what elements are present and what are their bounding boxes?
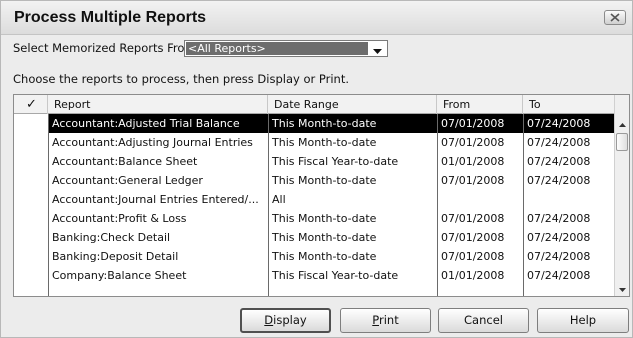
- vertical-scrollbar[interactable]: [614, 95, 629, 296]
- cell-to: [524, 190, 614, 209]
- display-button-label-rest: isplay: [273, 313, 307, 327]
- cell-date-range: This Month-to-date: [272, 231, 377, 244]
- cell-date-range: This Month-to-date: [272, 174, 377, 187]
- scrollbar-thumb[interactable]: [616, 133, 628, 151]
- column-divider: [48, 114, 49, 296]
- column-divider: [437, 114, 438, 296]
- cell-from: 07/01/2008: [438, 114, 523, 133]
- column-divider: [523, 114, 524, 296]
- row-check-cell[interactable]: [14, 152, 48, 171]
- cell-date-range: This Month-to-date: [269, 114, 437, 133]
- cell-report: Accountant:Balance Sheet: [52, 155, 198, 168]
- print-button[interactable]: Print: [340, 308, 431, 333]
- cell-date-range: This Fiscal Year-to-date: [272, 155, 399, 168]
- reports-table: ✓ Report Date Range From To Accountant:A…: [13, 94, 630, 297]
- table-row[interactable]: Banking:Check Detail This Month-to-date 07…: [14, 228, 614, 247]
- cell-date-range: This Month-to-date: [272, 250, 377, 263]
- column-header-report[interactable]: Report: [48, 95, 268, 114]
- cell-report: Accountant:Profit & Loss: [52, 212, 187, 225]
- column-header-to[interactable]: To: [523, 95, 614, 114]
- cell-report: Accountant:Adjusting Journal Entries: [52, 136, 253, 149]
- help-button[interactable]: Help: [537, 308, 629, 333]
- instructions-text: Choose the reports to process, then pres…: [13, 72, 349, 86]
- cell-to: 07/24/2008: [527, 231, 591, 244]
- table-row[interactable]: Accountant:Adjusted Trial Balance This Mo…: [14, 114, 614, 133]
- memorized-reports-dropdown[interactable]: <All Reports>: [184, 40, 388, 57]
- column-header-from[interactable]: From: [437, 95, 523, 114]
- cell-to: 07/24/2008: [527, 155, 591, 168]
- window-title: Process Multiple Reports: [14, 9, 207, 26]
- table-row[interactable]: Accountant:Balance Sheet This Fiscal Year…: [14, 152, 614, 171]
- column-header-date-range[interactable]: Date Range: [268, 95, 437, 114]
- print-button-label-rest: rint: [379, 313, 399, 327]
- cell-from: 01/01/2008: [441, 269, 505, 282]
- scroll-down-button[interactable]: [615, 277, 629, 296]
- table-row[interactable]: Accountant:Profit & Loss This Month-to-da…: [14, 209, 614, 228]
- row-check-cell[interactable]: [14, 171, 48, 190]
- cell-to: 07/24/2008: [527, 250, 591, 263]
- cell-from: 07/01/2008: [441, 174, 505, 187]
- arrow-up-icon: [619, 112, 626, 131]
- table-row[interactable]: Accountant:Adjusting Journal Entries This…: [14, 133, 614, 152]
- table-header: ✓ Report Date Range From To: [14, 95, 614, 114]
- row-check-cell[interactable]: [14, 228, 48, 247]
- cell-to: 07/24/2008: [527, 174, 591, 187]
- column-divider: [268, 114, 269, 296]
- table-row[interactable]: Banking:Deposit Detail This Month-to-date…: [14, 247, 614, 266]
- table-row[interactable]: Accountant:General Ledger This Month-to-d…: [14, 171, 614, 190]
- cell-report: Accountant:Adjusted Trial Balance: [49, 114, 268, 133]
- row-check-cell[interactable]: [14, 209, 48, 228]
- cell-from: 07/01/2008: [441, 212, 505, 225]
- close-button[interactable]: [604, 10, 626, 25]
- row-check-cell[interactable]: [14, 190, 48, 209]
- cell-to: 07/24/2008: [527, 212, 591, 225]
- cancel-button[interactable]: Cancel: [438, 308, 529, 333]
- cell-date-range: This Fiscal Year-to-date: [272, 269, 399, 282]
- chevron-down-icon: [373, 39, 382, 58]
- cell-report: Banking:Check Detail: [52, 231, 171, 244]
- column-header-check[interactable]: ✓: [14, 95, 48, 114]
- cell-from: 07/01/2008: [441, 231, 505, 244]
- cell-from: 07/01/2008: [441, 250, 505, 263]
- display-button[interactable]: Display: [240, 308, 331, 333]
- cell-report: Accountant:Journal Entries Entered/...: [52, 193, 259, 206]
- cell-report: Banking:Deposit Detail: [52, 250, 179, 263]
- table-row[interactable]: Accountant:Journal Entries Entered/... Al…: [14, 190, 614, 209]
- arrow-down-icon: [619, 277, 626, 296]
- cell-to: 07/24/2008: [524, 114, 614, 133]
- cell-report: Accountant:General Ledger: [52, 174, 203, 187]
- row-check-cell[interactable]: [14, 114, 48, 133]
- title-bar[interactable]: Process Multiple Reports: [1, 1, 632, 35]
- cell-from: 01/01/2008: [441, 155, 505, 168]
- select-memorized-label: Select Memorized Reports From: [13, 41, 196, 55]
- process-multiple-reports-window: Process Multiple Reports Select Memorize…: [0, 0, 633, 338]
- cell-to: 07/24/2008: [527, 269, 591, 282]
- memorized-reports-selected-value: <All Reports>: [186, 42, 368, 55]
- cell-date-range: All: [272, 193, 286, 206]
- cell-report: Company:Balance Sheet: [52, 269, 187, 282]
- close-icon: [609, 13, 621, 22]
- scroll-up-button[interactable]: [615, 112, 629, 131]
- cell-date-range: This Month-to-date: [272, 136, 377, 149]
- cell-from: 07/01/2008: [441, 136, 505, 149]
- row-check-cell[interactable]: [14, 133, 48, 152]
- row-check-cell[interactable]: [14, 266, 48, 285]
- cell-to: 07/24/2008: [527, 136, 591, 149]
- cell-from: [438, 190, 523, 209]
- cell-date-range: This Month-to-date: [272, 212, 377, 225]
- table-row[interactable]: Company:Balance Sheet This Fiscal Year-to…: [14, 266, 614, 285]
- row-check-cell[interactable]: [14, 247, 48, 266]
- dropdown-arrow-button[interactable]: [369, 42, 386, 55]
